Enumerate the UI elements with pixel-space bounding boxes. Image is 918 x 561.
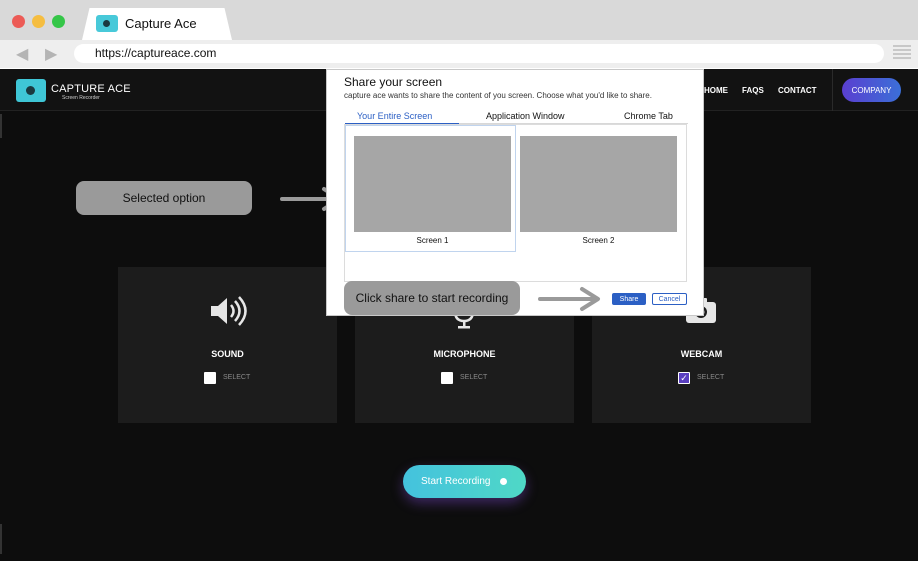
tab-favicon-icon bbox=[96, 15, 118, 32]
click-share-callout: Click share to start recording bbox=[344, 281, 520, 315]
minimize-window-button[interactable] bbox=[32, 15, 45, 28]
nav-faqs-link[interactable]: FAQS bbox=[742, 86, 764, 95]
back-arrow-icon[interactable]: ◀ bbox=[16, 44, 28, 64]
share-screen-dialog: Share your screen capture ace wants to s… bbox=[326, 69, 704, 316]
page-edge-marker bbox=[0, 114, 2, 138]
tab-chrome-tab[interactable]: Chrome Tab bbox=[624, 111, 673, 121]
page-edge-marker bbox=[0, 524, 2, 554]
screen-1-label: Screen 1 bbox=[416, 236, 449, 245]
sound-checkbox[interactable] bbox=[204, 372, 216, 384]
microphone-checkbox[interactable] bbox=[441, 372, 453, 384]
start-recording-button[interactable]: Start Recording bbox=[403, 465, 526, 498]
microphone-select-label: SELECT bbox=[460, 374, 488, 381]
dialog-title: Share your screen bbox=[344, 75, 443, 89]
microphone-option-title: MICROPHONE bbox=[433, 349, 496, 359]
selected-option-callout: Selected option bbox=[76, 181, 252, 215]
tab-entire-screen[interactable]: Your Entire Screen bbox=[357, 111, 432, 121]
screen-2-thumbnail[interactable] bbox=[520, 136, 677, 232]
logo-icon bbox=[16, 79, 46, 102]
tab-title: Capture Ace bbox=[125, 16, 197, 31]
maximize-window-button[interactable] bbox=[52, 15, 65, 28]
screen-1-thumbnail[interactable] bbox=[354, 136, 511, 232]
close-window-button[interactable] bbox=[12, 15, 25, 28]
start-recording-label: Start Recording bbox=[421, 476, 491, 487]
screen-2-label: Screen 2 bbox=[582, 236, 615, 245]
right-arrow-icon bbox=[538, 287, 600, 311]
webcam-select-label: SELECT bbox=[697, 374, 725, 381]
dialog-subtitle: capture ace wants to share the content o… bbox=[344, 91, 652, 100]
record-dot-icon bbox=[500, 478, 507, 485]
speaker-icon bbox=[211, 296, 247, 326]
share-button[interactable]: Share bbox=[612, 293, 646, 305]
forward-arrow-icon[interactable]: ▶ bbox=[45, 44, 57, 64]
nav-home-link[interactable]: HOME bbox=[704, 86, 728, 95]
sound-option-card[interactable]: SOUND SELECT bbox=[118, 267, 337, 423]
webcam-checkbox[interactable]: ✓ bbox=[678, 372, 690, 384]
sound-select-label: SELECT bbox=[223, 374, 251, 381]
tab-application-window[interactable]: Application Window bbox=[486, 111, 565, 121]
webcam-option-title: WEBCAM bbox=[680, 349, 723, 359]
nav-contact-link[interactable]: CONTACT bbox=[778, 86, 817, 95]
hamburger-menu-icon[interactable] bbox=[893, 45, 911, 61]
logo-tagline: Screen Recorder bbox=[62, 95, 100, 101]
company-button[interactable]: COMPANY bbox=[842, 78, 901, 102]
sound-option-title: SOUND bbox=[211, 349, 244, 359]
nav-divider bbox=[832, 69, 833, 111]
logo-name: CAPTURE ACE bbox=[51, 83, 131, 95]
cancel-button[interactable]: Cancel bbox=[652, 293, 687, 305]
browser-window: Capture Ace ◀ ▶ https://captureace.com C… bbox=[0, 0, 918, 561]
address-bar-url: https://captureace.com bbox=[95, 46, 217, 60]
